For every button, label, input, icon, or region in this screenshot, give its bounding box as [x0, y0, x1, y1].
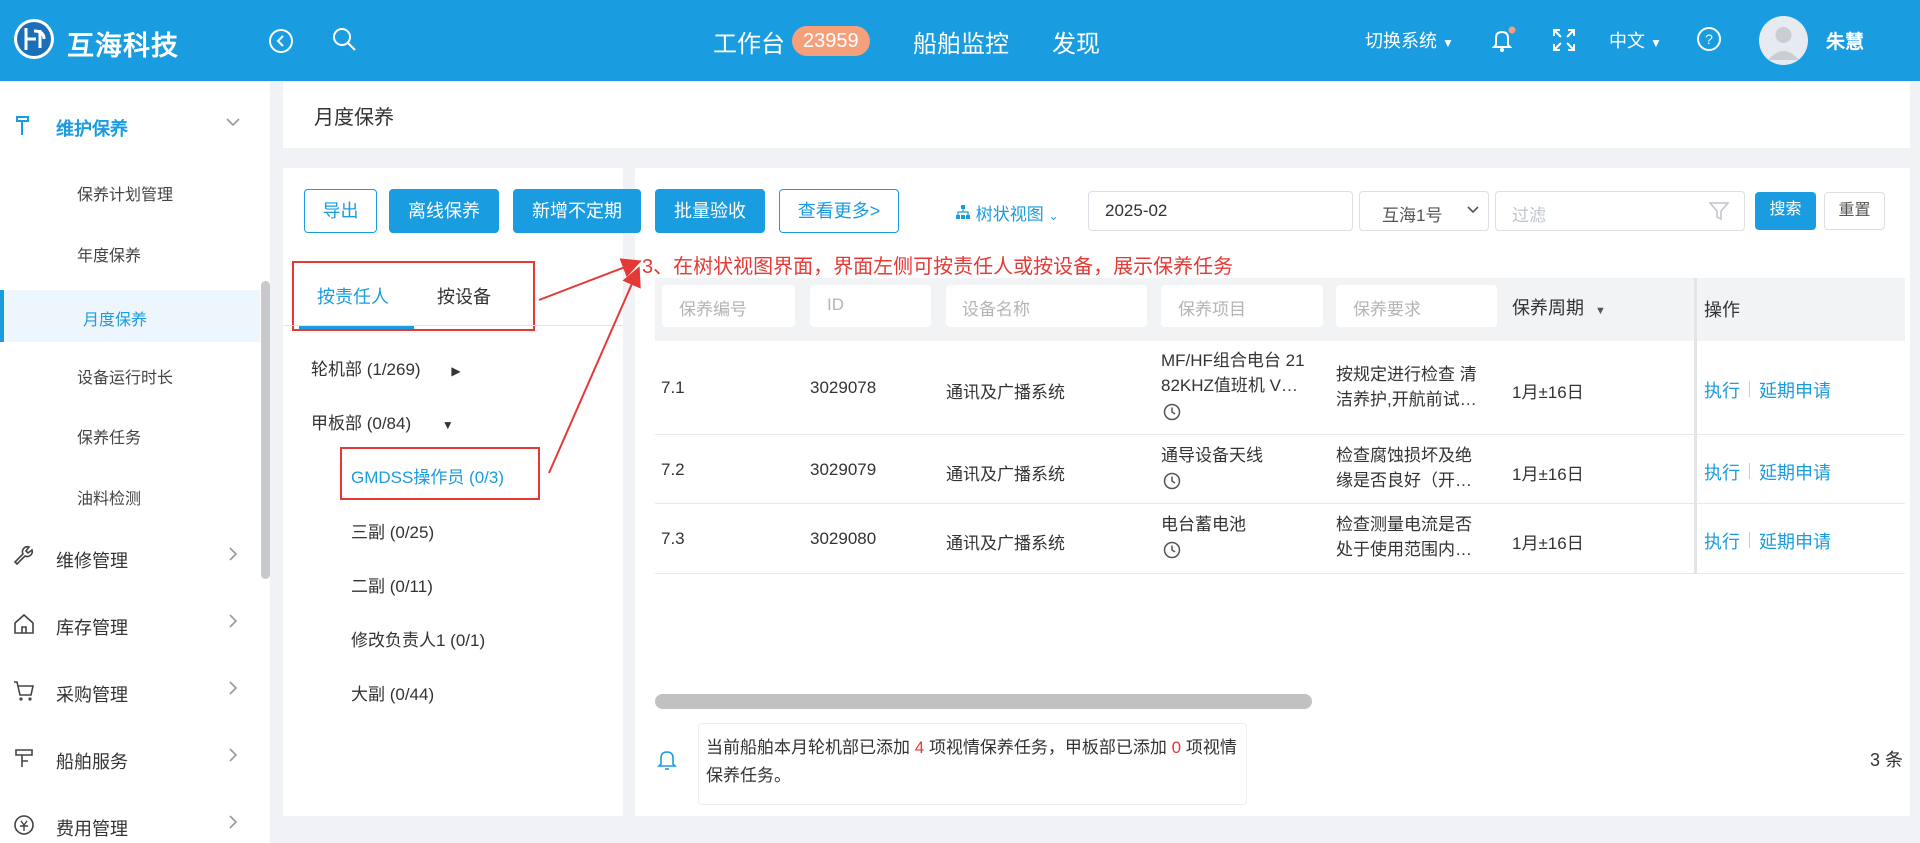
- code-filter-input[interactable]: 保养编号: [662, 285, 795, 327]
- action-separator: [1749, 463, 1750, 479]
- row1-requirement: 按规定进行检查 清 洁养护,开航前试…: [1336, 362, 1477, 412]
- table-horizontal-scrollbar[interactable]: [655, 694, 1312, 709]
- row2-req-line1: 检查腐蚀损坏及绝: [1336, 446, 1472, 465]
- row3-defer-link[interactable]: 延期申请: [1759, 528, 1831, 554]
- clock-icon: [1163, 403, 1181, 426]
- row2-code: 7.2: [661, 460, 685, 479]
- row2-requirement: 检查腐蚀损坏及绝 缘是否良好（开…: [1336, 443, 1472, 493]
- row2-equipment: 通讯及广播系统: [946, 465, 1065, 484]
- notice-bell-icon: [656, 748, 678, 777]
- row2-id: 3029079: [810, 460, 877, 479]
- notice-text: 当前船舶本月轮机部已添加: [706, 738, 910, 757]
- row-divider: [655, 503, 1905, 504]
- row1-item: MF/HF组合电台 21 82KHZ值班机 V…: [1161, 348, 1305, 398]
- period-column-header[interactable]: 保养周期 ▼: [1512, 294, 1606, 320]
- notice-box: 当前船舶本月轮机部已添加 4 项视情保养任务，甲板部已添加 0 项视情保养任务。: [698, 723, 1247, 805]
- action-separator: [1749, 532, 1750, 548]
- row1-item-line2: 82KHZ值班机 V…: [1161, 376, 1298, 395]
- fixed-column-shadow: [1694, 278, 1697, 574]
- requirement-filter-placeholder: 保养要求: [1353, 300, 1421, 319]
- id-filter-placeholder: ID: [827, 295, 844, 314]
- total-count: 3 条: [1870, 750, 1904, 770]
- annotation-text: 3、在树状视图界面，界面左侧可按责任人或按设备，展示保养任务: [642, 256, 1234, 278]
- notice-deck-count: 0: [1171, 738, 1182, 757]
- clock-icon: [1163, 472, 1181, 495]
- row3-requirement: 检查测量电流是否 处于使用范围内…: [1336, 512, 1472, 562]
- equipment-filter-placeholder: 设备名称: [962, 300, 1030, 319]
- notice-engine-count: 4: [914, 738, 925, 757]
- item-filter-placeholder: 保养项目: [1178, 300, 1246, 319]
- row2-req-line2: 缘是否良好（开…: [1336, 471, 1472, 490]
- row3-equipment: 通讯及广播系统: [946, 534, 1065, 553]
- row2-item: 通导设备天线: [1161, 446, 1263, 465]
- period-header-label: 保养周期: [1512, 298, 1584, 318]
- sort-caret-icon: ▼: [1595, 305, 1606, 317]
- row2-execute-link[interactable]: 执行: [1704, 459, 1740, 485]
- row1-code: 7.1: [661, 378, 685, 397]
- row3-id: 3029080: [810, 529, 877, 548]
- row3-code: 7.3: [661, 529, 685, 548]
- row1-req-line1: 按规定进行检查 清: [1336, 365, 1477, 384]
- code-filter-placeholder: 保养编号: [679, 300, 747, 319]
- notice-text: 项视情保养任务，甲板部已添加: [928, 738, 1167, 757]
- row2-defer-link[interactable]: 延期申请: [1759, 459, 1831, 485]
- row1-equipment: 通讯及广播系统: [946, 383, 1065, 402]
- row3-item: 电台蓄电池: [1161, 515, 1246, 534]
- row1-execute-link[interactable]: 执行: [1704, 377, 1740, 403]
- row2-period: 1月±16日: [1512, 465, 1584, 484]
- row3-period: 1月±16日: [1512, 534, 1584, 553]
- requirement-filter-input[interactable]: 保养要求: [1336, 285, 1497, 327]
- clock-icon: [1163, 541, 1181, 564]
- id-filter-input[interactable]: ID: [810, 285, 931, 327]
- row1-period: 1月±16日: [1512, 383, 1584, 402]
- row-divider: [655, 434, 1905, 435]
- action-separator: [1749, 381, 1750, 397]
- row-divider: [655, 573, 1905, 574]
- row1-id: 3029078: [810, 378, 877, 397]
- row3-req-line2: 处于使用范围内…: [1336, 540, 1472, 559]
- item-filter-input[interactable]: 保养项目: [1161, 285, 1323, 327]
- row1-defer-link[interactable]: 延期申请: [1759, 377, 1831, 403]
- row1-item-line1: MF/HF组合电台 21: [1161, 351, 1305, 370]
- equipment-filter-input[interactable]: 设备名称: [946, 285, 1147, 327]
- row3-execute-link[interactable]: 执行: [1704, 528, 1740, 554]
- annotation-arrows: [538, 258, 642, 474]
- action-column-header: 操作: [1704, 300, 1740, 320]
- row3-req-line1: 检查测量电流是否: [1336, 515, 1472, 534]
- row1-req-line2: 洁养护,开航前试…: [1336, 390, 1477, 409]
